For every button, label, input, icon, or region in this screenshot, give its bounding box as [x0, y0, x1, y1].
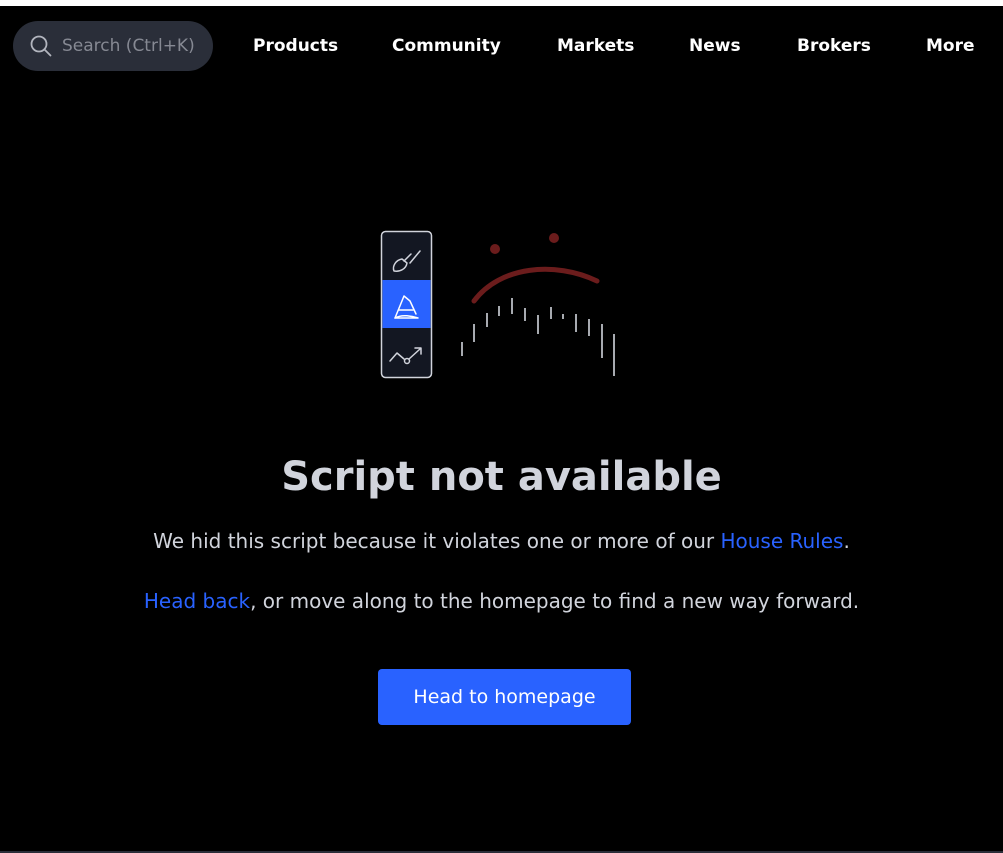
nav-news[interactable]: News [689, 35, 741, 57]
drawing-toolbar [380, 230, 433, 379]
violation-message: We hid this script because it violates o… [0, 528, 1003, 554]
search-icon [30, 35, 52, 57]
violation-text: We hid this script because it violates o… [153, 529, 721, 553]
page-title: Script not available [281, 454, 722, 500]
frown-face [471, 233, 600, 304]
navigation-text: , or move along to the homepage to find … [250, 589, 860, 613]
sad-chart-illustration [380, 230, 615, 379]
page: Search (Ctrl+K) Products Community Marke… [0, 6, 1003, 851]
nav-more[interactable]: More [926, 35, 975, 57]
nav-community[interactable]: Community [392, 35, 501, 57]
price-bars [461, 298, 615, 376]
nav-products[interactable]: Products [253, 35, 338, 57]
active-tool-highlight [382, 280, 431, 328]
head-back-link[interactable]: Head back [144, 589, 250, 613]
search-placeholder: Search (Ctrl+K) [62, 36, 195, 56]
search-box[interactable]: Search (Ctrl+K) [13, 21, 213, 71]
house-rules-link[interactable]: House Rules [720, 529, 843, 553]
head-to-homepage-button[interactable]: Head to homepage [378, 669, 631, 725]
violation-suffix: . [843, 529, 850, 553]
nav-markets[interactable]: Markets [557, 35, 634, 57]
navigation-message: Head back, or move along to the homepage… [0, 588, 1003, 614]
nav-brokers[interactable]: Brokers [797, 35, 871, 57]
